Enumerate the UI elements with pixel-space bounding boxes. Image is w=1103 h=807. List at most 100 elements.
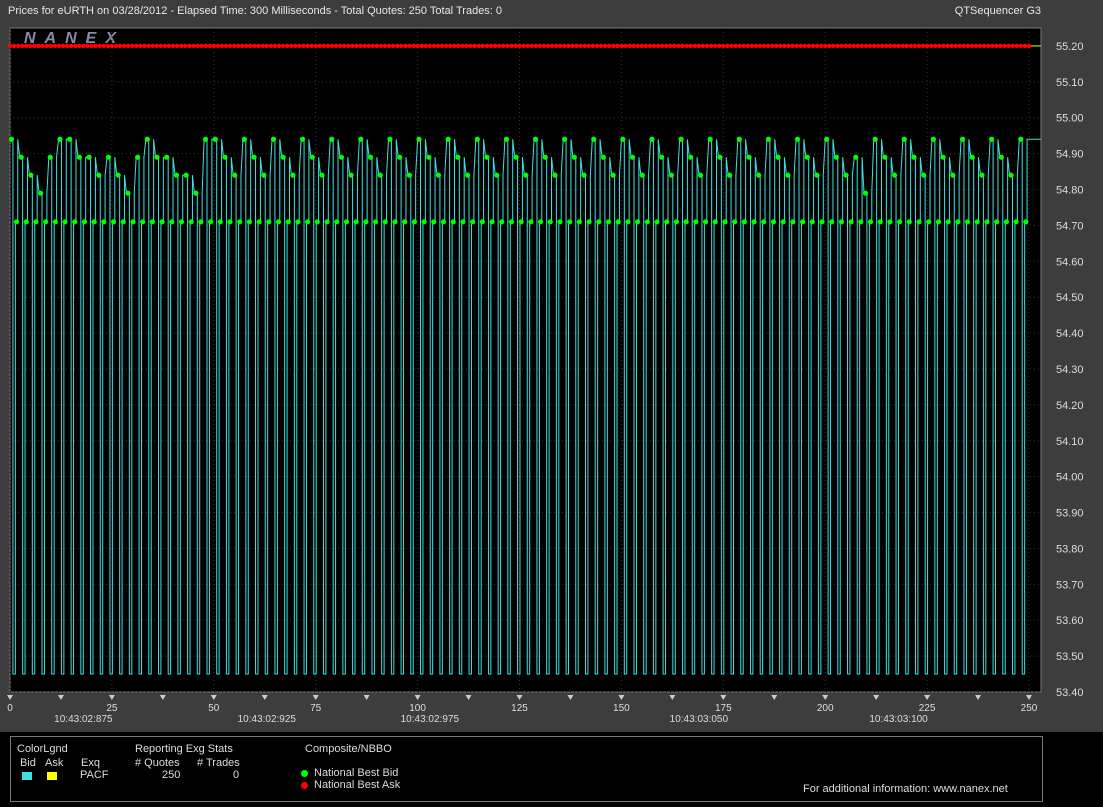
nbo-point <box>264 43 269 49</box>
nbb-dot-icon <box>301 770 308 777</box>
nbo-point <box>297 43 302 49</box>
nbo-point <box>880 43 885 49</box>
nbb-point <box>319 172 325 178</box>
nbo-point <box>904 43 909 49</box>
nbo-point <box>847 43 852 49</box>
nbb-point <box>144 136 150 142</box>
nbo-point <box>1010 43 1015 49</box>
nbo-point <box>533 43 539 49</box>
nbo-point <box>476 43 481 49</box>
nbb-point <box>363 219 369 225</box>
reporting-title: Reporting Exg Stats <box>135 743 233 755</box>
y-tick-label: 53.50 <box>1056 651 1084 663</box>
exchange-value: PACF <box>80 769 109 781</box>
nbo-point <box>659 43 665 49</box>
nbo-point <box>68 43 74 49</box>
time-marker-icon <box>57 695 64 700</box>
nbb-point <box>72 219 78 225</box>
time-label: 10:43:03:100 <box>869 714 928 725</box>
nbo-point <box>961 43 966 49</box>
nbo-point <box>810 43 816 49</box>
nbb-point <box>780 219 786 225</box>
nbb-point <box>270 136 277 142</box>
y-tick-label: 54.90 <box>1056 149 1084 161</box>
nbb-point <box>635 219 641 225</box>
nbb-point <box>761 219 767 225</box>
x-tick-label: 225 <box>919 703 936 714</box>
x-tick-label: 100 <box>409 703 426 714</box>
time-label: 10:43:02:975 <box>401 714 460 725</box>
nbb-point <box>110 219 117 225</box>
x-tick-label: 150 <box>613 703 630 714</box>
nbo-point <box>513 43 518 49</box>
nbb-point <box>1013 219 1019 225</box>
nbo-point <box>990 43 995 49</box>
nbo-legend-label: National Best Ask <box>314 779 401 791</box>
nbo-point <box>574 43 579 49</box>
nbo-point <box>317 43 322 49</box>
nbo-point <box>765 43 771 49</box>
nbb-point <box>848 219 854 225</box>
nbb-point <box>367 154 374 160</box>
nbb-point <box>154 154 160 160</box>
title-bar: Prices for eURTH on 03/28/2012 - Elapsed… <box>0 0 1103 23</box>
nbo-point <box>207 43 212 49</box>
nbo-point <box>378 43 384 49</box>
nbo-point <box>236 43 241 49</box>
nbb-point <box>329 136 335 142</box>
nbo-point <box>537 43 543 49</box>
nbo-point <box>382 43 388 49</box>
nbb-point <box>227 219 233 225</box>
nbb-point <box>751 219 757 225</box>
nbb-point <box>183 172 189 178</box>
nbo-point <box>240 43 245 49</box>
nbo-point <box>937 43 942 49</box>
nbo-point <box>260 43 265 49</box>
time-marker-icon <box>720 695 727 700</box>
nbb-point <box>891 172 898 178</box>
nbb-point <box>164 154 170 160</box>
time-marker-icon <box>414 695 421 700</box>
nbo-point <box>468 43 473 49</box>
nbb-point <box>256 219 262 225</box>
nbb-point <box>353 219 359 225</box>
nbo-point <box>309 43 314 49</box>
nbb-point <box>562 136 568 142</box>
nbo-point <box>896 43 901 49</box>
nbb-point <box>392 219 398 225</box>
nbb-point <box>372 219 379 225</box>
nbo-point <box>439 43 445 49</box>
color-legend-title: ColorLgnd <box>17 743 68 755</box>
nbb-point <box>794 136 801 142</box>
nbo-point <box>884 43 889 49</box>
nbo-point <box>284 43 290 49</box>
nbo-point <box>248 43 253 49</box>
x-tick-label: 75 <box>310 703 322 714</box>
nbb-point <box>140 219 146 225</box>
time-marker-icon <box>516 695 523 700</box>
nbb-point <box>280 154 286 160</box>
nbo-point <box>472 43 477 49</box>
nbb-point <box>275 219 282 225</box>
nbb-point <box>222 154 228 160</box>
nbo-point <box>859 43 865 49</box>
nbo-point <box>154 43 159 49</box>
nbo-point <box>448 43 453 49</box>
nbo-point <box>541 43 547 49</box>
nbb-point <box>581 172 587 178</box>
nbo-point <box>191 43 196 49</box>
nbb-point <box>62 219 68 225</box>
nbb-point <box>858 219 864 225</box>
time-marker-icon <box>669 695 676 700</box>
time-marker-icon <box>261 695 268 700</box>
nbo-point <box>174 43 180 49</box>
nbo-point <box>745 43 750 49</box>
nbb-point <box>964 219 971 225</box>
ask-legend-label: Ask <box>45 757 64 769</box>
y-tick-label: 55.20 <box>1056 41 1084 53</box>
nbb-point <box>702 219 709 225</box>
nbo-point <box>480 43 486 49</box>
nbo-point <box>77 43 82 49</box>
nbb-point <box>921 172 927 178</box>
price-chart[interactable]: NANEX 55.2055.1055.0054.9054.8054.7054.6… <box>0 22 1103 732</box>
